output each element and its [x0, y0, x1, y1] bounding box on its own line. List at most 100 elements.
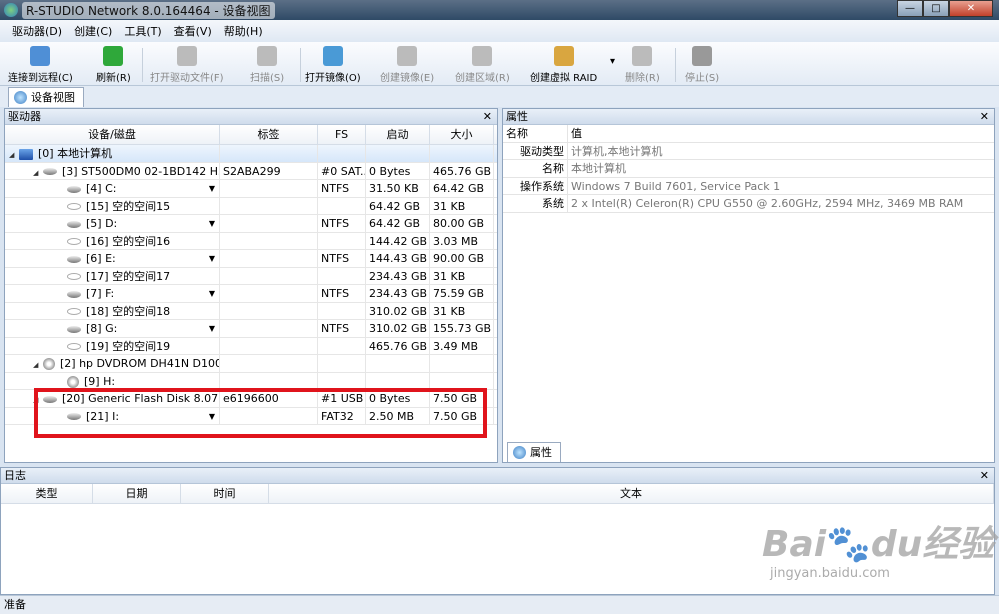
col-label[interactable]: 标签 — [220, 125, 318, 144]
drive-label — [220, 372, 318, 389]
drive-fs: NTFS — [318, 320, 366, 337]
drive-row[interactable]: [4] C: ▼ NTFS 31.50 KB 64.42 GB — [5, 180, 497, 198]
property-row[interactable]: 驱动类型 计算机,本地计算机 — [503, 142, 994, 160]
drive-row[interactable]: [16] 空的空间16 144.42 GB 3.03 MB — [5, 232, 497, 250]
col-size[interactable]: 大小 — [430, 125, 494, 144]
drive-name: [0] 本地计算机 — [38, 147, 113, 160]
partition-dropdown-icon[interactable]: ▼ — [209, 180, 215, 197]
toolbar-button-create-region[interactable]: 创建区域(R) — [455, 46, 510, 84]
toolbar-button-label: 删除(R) — [625, 73, 660, 84]
drive-row[interactable]: ◢ [0] 本地计算机 — [5, 145, 497, 163]
drive-label — [220, 320, 318, 337]
drives-panel-title: 驱动器 — [8, 110, 41, 123]
drive-start: 144.42 GB — [366, 232, 430, 249]
drive-fs: NTFS — [318, 250, 366, 267]
tab-device-view[interactable]: 设备视图 — [8, 87, 84, 107]
drive-name: [17] 空的空间17 — [86, 269, 171, 283]
drive-name: [16] 空的空间16 — [86, 234, 171, 248]
toolbar-button-open-image[interactable]: 打开镜像(O) — [305, 46, 361, 84]
log-col-date[interactable]: 日期 — [93, 484, 181, 503]
partition-dropdown-icon[interactable]: ▼ — [209, 250, 215, 267]
toolbar: 连接到远程(C) 刷新(R) 打开驱动文件(F) 扫描(S) 打开镜像(O) 创建镜像(E… — [0, 42, 999, 86]
menu-create[interactable]: 创建(C) — [68, 23, 118, 39]
drive-row[interactable]: [6] E: ▼ NTFS 144.43 GB 90.00 GB — [5, 250, 497, 268]
prop-col-name: 名称 — [503, 125, 568, 142]
col-start[interactable]: 启动 — [366, 125, 430, 144]
drive-start: 64.42 GB — [366, 197, 430, 214]
drive-label — [220, 145, 318, 162]
close-drives-panel-icon[interactable]: ✕ — [483, 109, 492, 124]
device-view-icon — [14, 91, 27, 104]
disk-icon — [67, 325, 81, 333]
toolbar-button-refresh[interactable]: 刷新(R) — [96, 46, 131, 84]
log-col-type[interactable]: 类型 — [1, 484, 93, 503]
toolbar-button-label: 扫描(S) — [250, 73, 285, 84]
property-row[interactable]: 操作系统 Windows 7 Build 7601, Service Pack 1 — [503, 177, 994, 195]
expand-toggle-icon[interactable]: ◢ — [9, 147, 19, 162]
highlight-box — [34, 388, 487, 438]
drive-size — [430, 145, 494, 162]
toolbar-button-open-drive-files[interactable]: 打开驱动文件(F) — [150, 46, 224, 84]
menu-view[interactable]: 查看(V) — [168, 23, 218, 39]
drive-row[interactable]: [17] 空的空间17 234.43 GB 31 KB — [5, 267, 497, 285]
drive-start: 310.02 GB — [366, 320, 430, 337]
close-properties-panel-icon[interactable]: ✕ — [980, 109, 989, 124]
toolbar-button-label: 停止(S) — [685, 73, 720, 84]
toolbar-button-create-raid[interactable]: 创建虚拟 RAID — [530, 46, 597, 84]
drive-label — [220, 267, 318, 284]
partition-dropdown-icon[interactable]: ▼ — [209, 215, 215, 232]
partition-dropdown-icon[interactable]: ▼ — [209, 320, 215, 337]
drive-row[interactable]: [8] G: ▼ NTFS 310.02 GB 155.73 GB — [5, 320, 497, 338]
expand-toggle-icon[interactable]: ◢ — [33, 357, 43, 372]
drive-label — [220, 302, 318, 319]
drive-row[interactable]: [7] F: ▼ NTFS 234.43 GB 75.59 GB — [5, 285, 497, 303]
close-button[interactable]: ✕ — [949, 0, 993, 17]
drive-row[interactable]: [15] 空的空间15 64.42 GB 31 KB — [5, 197, 497, 215]
menu-tools[interactable]: 工具(T) — [118, 23, 167, 39]
drive-row[interactable]: [19] 空的空间19 465.76 GB 3.49 MB — [5, 337, 497, 355]
drive-size: 3.49 MB — [430, 337, 494, 354]
drive-row[interactable]: ◢ [2] hp DVDROM DH41N D100 — [5, 355, 497, 373]
log-col-text[interactable]: 文本 — [269, 484, 994, 503]
drive-name: [19] 空的空间19 — [86, 339, 171, 353]
property-value: 本地计算机 — [571, 162, 626, 175]
tab-properties[interactable]: 属性 — [507, 442, 561, 462]
toolbar-button-label: 打开镜像(O) — [305, 73, 361, 84]
expand-toggle-icon[interactable]: ◢ — [33, 165, 43, 180]
open-drive-files-icon — [176, 46, 197, 66]
property-row[interactable]: 系统 2 x Intel(R) Celeron(R) CPU G550 @ 2.6… — [503, 195, 994, 213]
toolbar-button-stop[interactable]: 停止(S) — [685, 46, 719, 84]
raid-dropdown-arrow[interactable]: ▾ — [610, 56, 615, 67]
drive-size: 64.42 GB — [430, 180, 494, 197]
properties-panel: 属性 ✕ 名称值 驱动类型 计算机,本地计算机 名称 本地计算机 操作系统 Windows … — [502, 108, 995, 463]
maximize-button[interactable]: □ — [923, 0, 949, 17]
tab-label: 设备视图 — [31, 91, 75, 104]
col-device[interactable]: 设备/磁盘 — [5, 125, 220, 144]
close-log-panel-icon[interactable]: ✕ — [980, 468, 989, 483]
toolbar-button-connect-remote[interactable]: 连接到远程(C) — [8, 46, 73, 84]
partition-dropdown-icon[interactable]: ▼ — [209, 285, 215, 302]
drive-start: 465.76 GB — [366, 337, 430, 354]
drive-row[interactable]: ◢ [3] ST500DM0 02-1BD142 H... S2ABA299 #0 S… — [5, 162, 497, 180]
minimize-button[interactable]: — — [897, 0, 923, 17]
drive-fs: #0 SAT... — [318, 162, 366, 179]
properties-panel-title: 属性 — [506, 110, 528, 123]
property-row[interactable]: 名称 本地计算机 — [503, 160, 994, 178]
menu-help[interactable]: 帮助(H) — [218, 23, 269, 39]
col-fs[interactable]: FS — [318, 125, 366, 144]
watermark-logo: Bai🐾du经验 — [762, 524, 995, 565]
drive-fs — [318, 302, 366, 319]
toolbar-button-label: 创建镜像(E) — [380, 73, 435, 84]
disk-icon — [67, 185, 81, 193]
toolbar-button-create-image[interactable]: 创建镜像(E) — [380, 46, 434, 84]
property-value: 2 x Intel(R) Celeron(R) CPU G550 @ 2.60G… — [571, 197, 964, 210]
drive-start — [366, 372, 430, 389]
toolbar-button-delete[interactable]: 删除(R) — [625, 46, 660, 84]
log-col-time[interactable]: 时间 — [181, 484, 269, 503]
drive-row[interactable]: [18] 空的空间18 310.02 GB 31 KB — [5, 302, 497, 320]
property-name: 系统 — [503, 195, 568, 212]
menu-drives[interactable]: 驱动器(D) — [6, 23, 68, 39]
toolbar-button-scan[interactable]: 扫描(S) — [250, 46, 284, 84]
drive-row[interactable]: [5] D: ▼ NTFS 64.42 GB 80.00 GB — [5, 215, 497, 233]
drive-start — [366, 355, 430, 372]
